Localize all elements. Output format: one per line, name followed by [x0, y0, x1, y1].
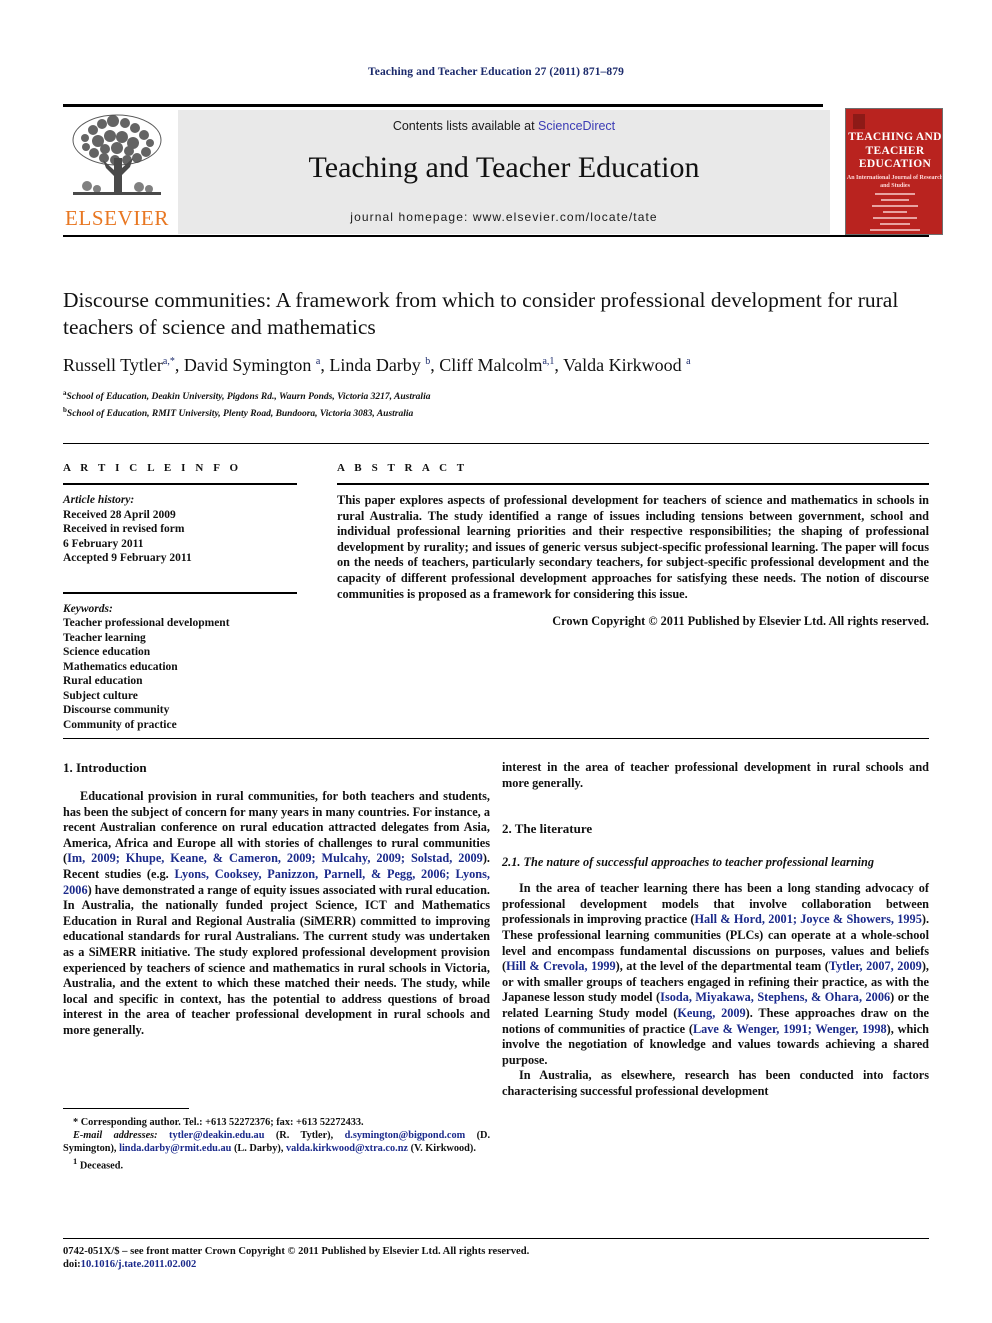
keyword-item: Community of practice	[63, 718, 177, 731]
citation-ref[interactable]: Hill & Crevola, 1999	[506, 959, 616, 973]
intro-paragraph: Educational provision in rural communiti…	[63, 789, 490, 1039]
abstract-copyright: Crown Copyright © 2011 Published by Else…	[552, 614, 929, 629]
elsevier-logo: ELSEVIER	[63, 110, 171, 234]
journal-cover-thumbnail[interactable]: TEACHING AND TEACHER EDUCATION An Intern…	[845, 108, 943, 235]
affiliation-list: aSchool of Education, Deakin University,…	[63, 387, 929, 420]
footnotes-block: * Corresponding author. Tel.: +613 52272…	[63, 1108, 490, 1172]
journal-article-page: Teaching and Teacher Education 27 (2011)…	[0, 0, 992, 1323]
body-right-column: interest in the area of teacher professi…	[502, 760, 929, 1100]
subsection-heading-2-1: 2.1. The nature of successful approaches…	[502, 855, 874, 870]
cover-subtitle: An International Journal of Research and…	[846, 175, 943, 189]
footnote-corresponding-author: * Corresponding author. Tel.: +613 52272…	[73, 1117, 364, 1128]
author-marker: a	[686, 356, 691, 367]
article-info-column: A R T I C L E I N F O Article history: R…	[63, 462, 297, 732]
citation-ref[interactable]: Im, 2009; Khupe, Keane, & Cameron, 2009;…	[67, 851, 483, 865]
footer-doi-line: doi:10.1016/j.tate.2011.02.002	[63, 1258, 929, 1271]
keyword-item: Teacher learning	[63, 631, 146, 644]
email-link[interactable]: tytler@deakin.edu.au	[169, 1130, 264, 1141]
citation-ref[interactable]: Hall & Hord, 2001; Joyce & Showers, 1995	[694, 912, 921, 926]
title-block: Discourse communities: A framework from …	[63, 287, 929, 420]
footnote-marker: 1	[73, 1156, 78, 1166]
masthead-bottom-rule	[63, 235, 929, 237]
footnote-deceased: 1 Deceased.	[63, 1155, 490, 1172]
author-marker: a,*	[162, 356, 175, 367]
footer-issn-line: 0742-051X/$ – see front matter Crown Cop…	[63, 1246, 530, 1257]
intro-text-c: ) have demonstrated a range of equity is…	[63, 882, 490, 1037]
body-top-rule	[63, 738, 929, 739]
section-heading-introduction: 1. Introduction	[63, 760, 147, 775]
journal-header-bar: Contents lists available at ScienceDirec…	[178, 110, 830, 234]
journal-masthead: ELSEVIER Contents lists available at Sci…	[63, 104, 943, 237]
cover-publisher-mark-icon	[853, 114, 865, 129]
affiliation-text: School of Education, Deakin University, …	[66, 392, 431, 403]
author-list: Russell Tytlera,*, David Symington a, Li…	[63, 355, 691, 375]
keyword-item: Subject culture	[63, 689, 138, 702]
journal-title: Teaching and Teacher Education	[308, 151, 700, 184]
email-owner: (R. Tytler)	[275, 1130, 331, 1141]
keyword-item: Teacher professional development	[63, 617, 230, 629]
abstract-text: This paper explores aspects of professio…	[337, 493, 929, 601]
running-head: Teaching and Teacher Education 27 (2011)…	[368, 66, 624, 78]
page-footer: 0742-051X/$ – see front matter Crown Cop…	[63, 1238, 929, 1271]
keywords-rule	[63, 591, 297, 594]
masthead-top-rule	[63, 104, 823, 107]
citation-ref[interactable]: Isoda, Miyakawa, Stephens, & Ohara, 2006	[660, 990, 890, 1004]
footnote-deceased-text: Deceased.	[79, 1160, 124, 1172]
history-item: Received 28 April 2009	[63, 508, 176, 521]
body-left-column: 1. Introduction Educational provision in…	[63, 760, 490, 1039]
footnote-emails: E-mail addresses: tytler@deakin.edu.au (…	[63, 1130, 491, 1154]
history-item: 6 February 2011	[63, 537, 144, 550]
email-link[interactable]: d.symington@bigpond.com	[345, 1130, 466, 1141]
email-link[interactable]: valda.kirkwood@xtra.co.nz	[286, 1143, 408, 1154]
email-owner: (V. Kirkwood)	[410, 1143, 474, 1154]
keywords-list: Keywords: Teacher professional developme…	[63, 602, 297, 733]
lit-text-c: ), at the level of the departmental team…	[615, 959, 829, 974]
contents-lists-label: Contents lists available at	[392, 119, 539, 133]
contents-lists-line: Contents lists available at ScienceDirec…	[178, 119, 830, 133]
doi-label: doi:	[63, 1259, 81, 1270]
intro-continuation: interest in the area of teacher professi…	[502, 760, 929, 790]
literature-paragraph-2: In Australia, as elsewhere, research has…	[502, 1068, 929, 1098]
affiliation-item: aSchool of Education, Deakin University,…	[63, 387, 929, 404]
citation-ref[interactable]: Keung, 2009	[677, 1006, 745, 1020]
article-info-heading: A R T I C L E I N F O	[63, 462, 242, 474]
keyword-item: Rural education	[63, 675, 143, 687]
citation-ref[interactable]: Lave & Wenger, 1991; Wenger, 1998	[693, 1022, 887, 1036]
keywords-label: Keywords:	[63, 602, 113, 615]
title-block-rule	[63, 443, 929, 444]
cover-editor-lines	[862, 193, 928, 234]
affiliation-item: bSchool of Education, RMIT University, P…	[63, 404, 929, 421]
keyword-item: Mathematics education	[63, 660, 178, 673]
affiliation-text: School of Education, RMIT University, Pl…	[66, 408, 414, 419]
author-marker: b	[425, 356, 431, 367]
sciencedirect-link[interactable]: ScienceDirect	[538, 119, 615, 133]
keyword-item: Science education	[63, 646, 151, 658]
journal-homepage-link[interactable]: journal homepage: www.elsevier.com/locat…	[178, 210, 830, 224]
abstract-rule	[337, 483, 929, 485]
abstract-heading: A B S T R A C T	[337, 462, 468, 474]
abstract-column: A B S T R A C T This paper explores aspe…	[337, 462, 929, 629]
email-owner: (L. Darby)	[233, 1143, 281, 1154]
doi-link[interactable]: 10.1016/j.tate.2011.02.002	[81, 1259, 197, 1270]
history-item: Accepted 9 February 2011	[63, 552, 192, 564]
elsevier-tree-icon	[72, 114, 162, 195]
citation-ref[interactable]: Tytler, 2007, 2009	[829, 959, 922, 973]
author-marker: a	[315, 356, 321, 367]
keywords-block: Keywords: Teacher professional developme…	[63, 591, 297, 733]
author-marker: a,1	[542, 356, 555, 367]
page-title: Discourse communities: A framework from …	[63, 288, 899, 339]
email-link[interactable]: linda.darby@rmit.edu.au	[119, 1143, 231, 1154]
article-history-label: Article history:	[63, 494, 135, 506]
footnote-rule	[63, 1108, 189, 1109]
elsevier-wordmark: ELSEVIER	[65, 206, 169, 230]
footer-rule	[63, 1238, 929, 1239]
article-history: Article history: Received 28 April 2009 …	[63, 493, 297, 566]
section-heading-literature: 2. The literature	[502, 821, 593, 837]
literature-paragraph-1: In the area of teacher learning there ha…	[502, 881, 929, 1068]
history-item: Received in revised form	[63, 523, 185, 535]
cover-title: TEACHING AND TEACHER EDUCATION	[848, 131, 942, 170]
email-addresses-label: E-mail addresses:	[73, 1130, 158, 1141]
article-info-rule	[63, 483, 297, 485]
keyword-item: Discourse community	[63, 704, 170, 716]
